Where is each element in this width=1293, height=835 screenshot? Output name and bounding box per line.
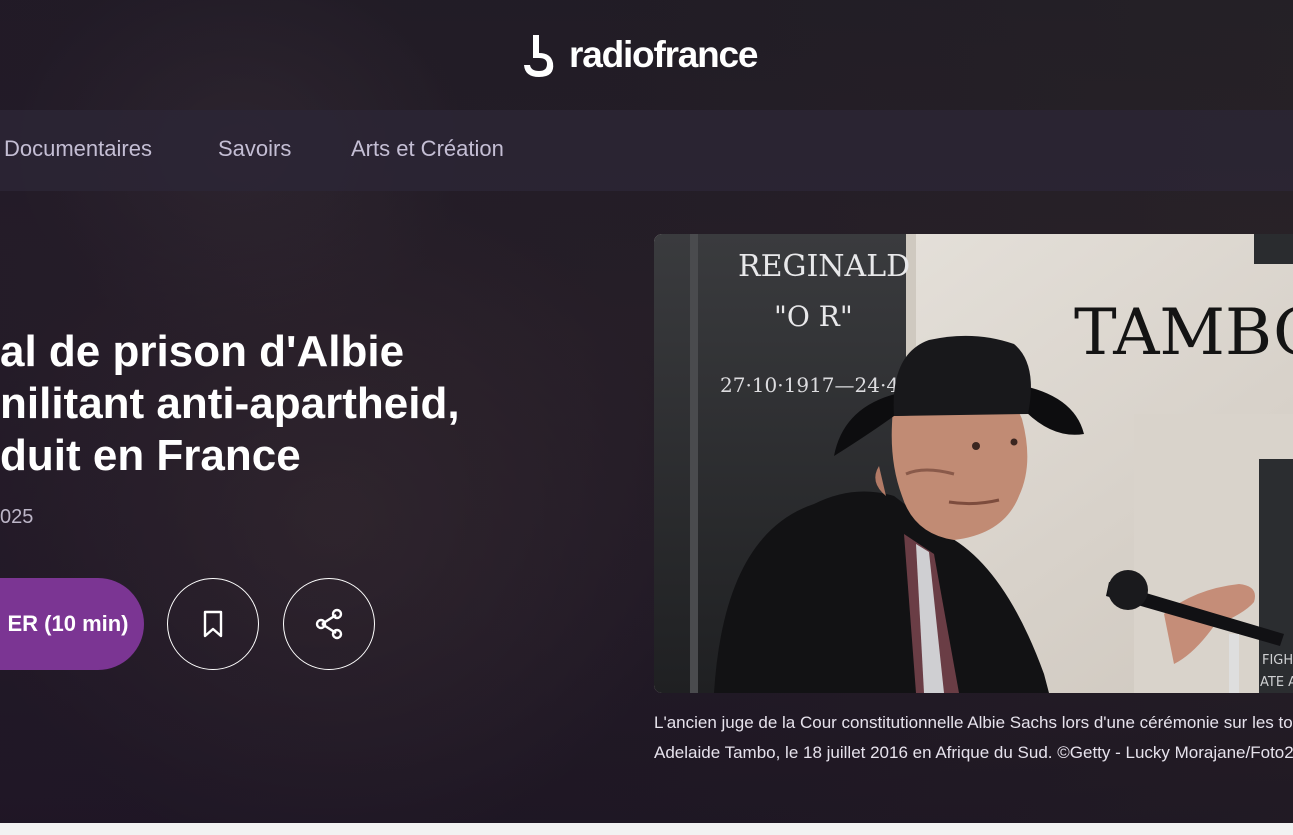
site-header: radiofrance (0, 0, 1293, 110)
publication-date: 025 (0, 506, 34, 528)
sign-nick: "O R" (774, 300, 853, 333)
title-line-2: nilitant anti-apartheid, (0, 379, 460, 428)
nav-item-documentaires[interactable]: Documentaires (4, 136, 152, 162)
listen-button-label: ER (10 min) (7, 611, 129, 636)
radiofrance-logo-icon (524, 35, 554, 77)
main-nav: Documentaires Savoirs Arts et Création (0, 110, 1293, 191)
page-bottom-strip (0, 823, 1293, 835)
sign-plaque-2: ATE A (1260, 675, 1293, 690)
page: radiofrance Documentaires Savoirs Arts e… (0, 0, 1293, 835)
photo-illustration: REGINALD "O R" 27·10·1917—24·4· TAMBO FI… (654, 234, 1293, 693)
sign-dates: 27·10·1917—24·4· (720, 373, 905, 397)
share-icon (315, 608, 343, 640)
bookmark-button[interactable] (167, 578, 259, 670)
logo-text: radiofrance (569, 34, 759, 75)
title-line-1: al de prison d'Albie (0, 327, 405, 376)
sign-wall: TAMBO (1074, 296, 1293, 370)
nav-item-arts-et-creation[interactable]: Arts et Création (351, 136, 504, 162)
sign-name: REGINALD (738, 249, 910, 284)
article-photo[interactable]: REGINALD "O R" 27·10·1917—24·4· TAMBO FI… (654, 234, 1293, 693)
caption-line-1: L'ancien juge de la Cour constitutionnel… (654, 713, 1293, 732)
bookmark-icon (203, 610, 223, 638)
radiofrance-logo[interactable]: radiofrance (519, 30, 759, 80)
nav-item-savoirs[interactable]: Savoirs (218, 136, 291, 162)
caption-line-2: Adelaide Tambo, le 18 juillet 2016 en Af… (654, 743, 1293, 762)
title-line-3: duit en France (0, 431, 301, 480)
page-title: al de prison d'Albie nilitant anti-apart… (0, 326, 600, 482)
sign-plaque: FIGH (1262, 653, 1293, 668)
photo-caption: L'ancien juge de la Cour constitutionnel… (654, 708, 1293, 768)
share-button[interactable] (283, 578, 375, 670)
listen-button[interactable]: ER (10 min) (0, 578, 144, 670)
